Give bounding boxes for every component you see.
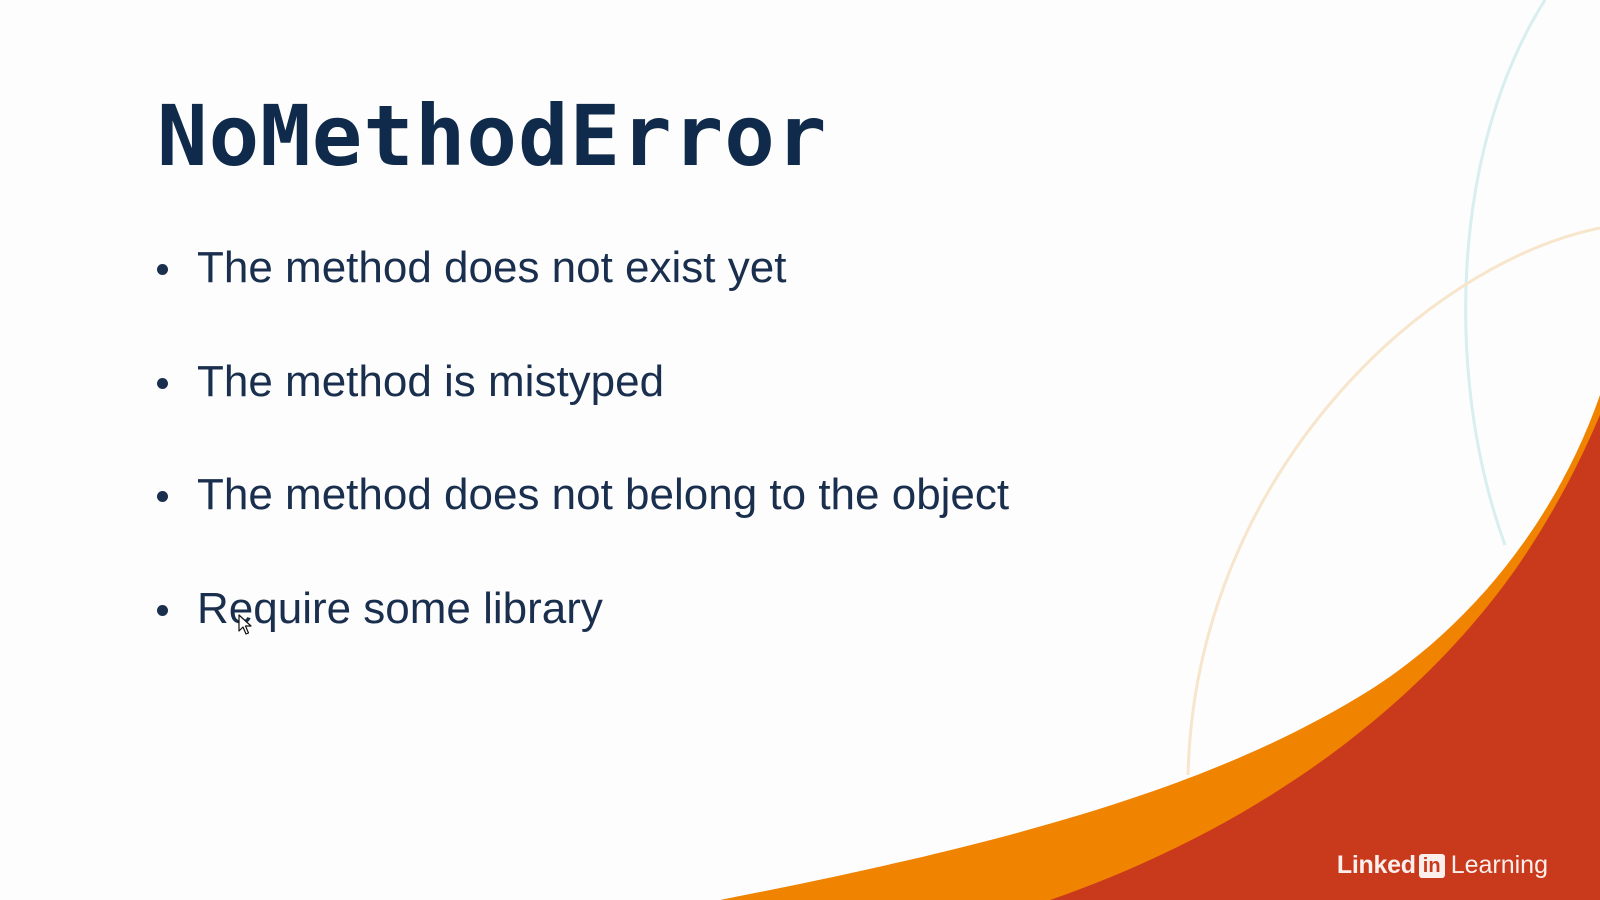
bullet-dot: [157, 377, 168, 389]
brand-learning-text: Learning: [1450, 851, 1548, 879]
linkedin-learning-logo: Linked in Learning: [1337, 851, 1548, 880]
bullet-dot: [157, 264, 168, 275]
bullet-text: Require some library: [197, 583, 603, 633]
mouse-cursor-icon: [238, 614, 252, 635]
bullet-item: The method does not belong to the object: [157, 465, 1009, 579]
bullet-dot: [157, 604, 168, 616]
brand-linked-text: Linked: [1336, 851, 1416, 879]
bullet-list: The method does not exist yet The method…: [157, 238, 1009, 692]
bullet-text: The method does not exist yet: [197, 243, 787, 292]
bullet-item: The method does not exist yet: [157, 238, 1009, 352]
bullet-text: The method does not belong to the object: [197, 470, 1010, 519]
linkedin-logo-icon: in: [1418, 853, 1445, 878]
bullet-text: The method is mistyped: [197, 356, 665, 406]
slide: NoMethodError The method does not exist …: [0, 0, 1600, 900]
bullet-item: The method is mistyped: [157, 352, 1009, 466]
teal-arc: [1464, 0, 1547, 546]
bullet-item: Require some library: [157, 579, 1009, 693]
slide-title: NoMethodError: [157, 87, 828, 185]
bullet-dot: [157, 491, 168, 502]
